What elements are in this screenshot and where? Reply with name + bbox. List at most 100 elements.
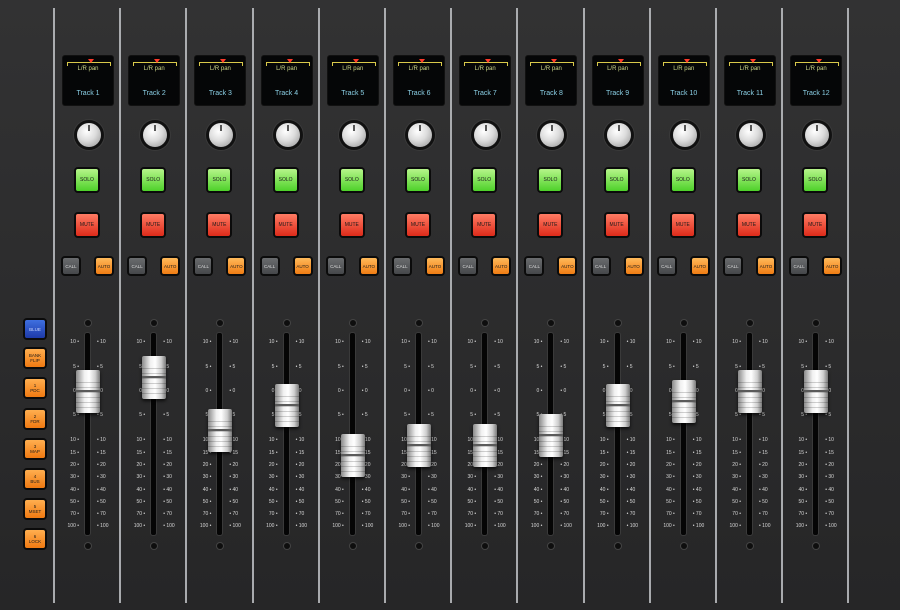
call-label: CALL — [594, 263, 607, 269]
pan-knob[interactable] — [275, 123, 300, 147]
call-button[interactable]: CALL — [526, 258, 543, 274]
auto-button[interactable]: AUTO — [228, 258, 245, 274]
solo-button[interactable]: SOLO — [407, 169, 429, 191]
scale-tick-left: 70 • — [666, 511, 675, 517]
pan-knob[interactable] — [540, 123, 565, 147]
fader-cap[interactable] — [76, 370, 100, 413]
mute-button[interactable]: MUTE — [76, 214, 98, 236]
mute-button[interactable]: MUTE — [605, 214, 628, 236]
scale-tick-right: • 15 — [229, 450, 239, 456]
scale-tick-right: • 0 — [560, 388, 567, 394]
side-button-mset[interactable]: 5 MSET — [25, 500, 45, 518]
scale-tick-left: 20 • — [798, 462, 808, 468]
mute-button[interactable]: MUTE — [539, 214, 562, 236]
call-button[interactable]: CALL — [658, 258, 675, 274]
pan-knob[interactable] — [143, 123, 168, 147]
scale-tick-left: 70 • — [335, 511, 344, 517]
mute-button[interactable]: MUTE — [274, 214, 297, 236]
side-button-map[interactable]: 3 MAP — [25, 440, 45, 458]
fader-cap[interactable] — [473, 424, 498, 468]
pan-knob[interactable] — [739, 123, 763, 147]
scale-tick-left: 100 • — [729, 523, 741, 529]
scale-tick-left: 10 • — [599, 339, 609, 345]
mute-button[interactable]: MUTE — [671, 214, 694, 236]
solo-button[interactable]: SOLO — [274, 169, 297, 191]
solo-button[interactable]: SOLO — [142, 169, 165, 191]
mute-button[interactable]: MUTE — [407, 214, 429, 236]
auto-button[interactable]: AUTO — [162, 258, 179, 274]
call-button[interactable]: CALL — [725, 258, 741, 274]
pan-knob[interactable] — [408, 123, 432, 147]
solo-button[interactable]: SOLO — [671, 169, 694, 191]
scale-tick-left: 100 • — [597, 523, 609, 529]
scale-tick-right: • 100 — [229, 523, 241, 529]
solo-button[interactable]: SOLO — [340, 169, 363, 191]
call-button[interactable]: CALL — [261, 258, 278, 274]
auto-button[interactable]: AUTO — [294, 258, 311, 274]
fader-cap[interactable] — [142, 355, 167, 399]
scale-tick-left: 10 • — [666, 437, 675, 443]
fader-cap[interactable] — [804, 370, 829, 413]
track-name: Track 5 — [341, 90, 365, 97]
solo-button[interactable]: SOLO — [539, 169, 562, 191]
scale-tick-left: 10 • — [70, 339, 79, 345]
mute-button[interactable]: MUTE — [142, 214, 165, 236]
pan-knob[interactable] — [77, 123, 101, 147]
pan-knob[interactable] — [341, 123, 366, 147]
side-button-blue[interactable]: BLUE — [25, 320, 45, 338]
auto-button[interactable]: AUTO — [824, 258, 841, 274]
side-button-bank[interactable]: BANK FLIP — [25, 349, 45, 367]
auto-button[interactable]: AUTO — [691, 258, 708, 274]
mute-label: MUTE — [278, 222, 293, 228]
auto-button[interactable]: AUTO — [758, 258, 774, 274]
call-button[interactable]: CALL — [129, 258, 146, 274]
pan-knob[interactable] — [474, 123, 499, 147]
call-button[interactable]: CALL — [592, 258, 609, 274]
mute-button[interactable]: MUTE — [208, 214, 231, 236]
fader-cap[interactable] — [605, 384, 630, 428]
auto-button[interactable]: AUTO — [559, 258, 576, 274]
solo-button[interactable]: SOLO — [473, 169, 496, 191]
solo-label: SOLO — [609, 177, 624, 183]
auto-button[interactable]: AUTO — [360, 258, 377, 274]
side-button-pdc[interactable]: 1 PDC — [25, 379, 45, 397]
scale-tick-right: • 10 — [825, 339, 834, 345]
call-button[interactable]: CALL — [791, 258, 808, 274]
mute-button[interactable]: MUTE — [473, 214, 496, 236]
fader-cap[interactable] — [407, 424, 431, 468]
fader-cap[interactable] — [539, 414, 564, 457]
fader-cap[interactable] — [340, 434, 365, 478]
pan-knob[interactable] — [606, 123, 631, 147]
scale-tick-left: 10 • — [401, 339, 410, 345]
scale-tick-left: 10 • — [467, 339, 477, 345]
pan-knob[interactable] — [672, 123, 697, 147]
scale-tick-left: 0 • — [536, 388, 543, 394]
call-button[interactable]: CALL — [394, 258, 410, 274]
fader-cap[interactable] — [738, 370, 762, 413]
fader-cap[interactable] — [274, 384, 299, 428]
pan-knob[interactable] — [209, 123, 234, 147]
call-button[interactable]: CALL — [327, 258, 344, 274]
call-button[interactable]: CALL — [195, 258, 212, 274]
call-button[interactable]: CALL — [460, 258, 477, 274]
mute-button[interactable]: MUTE — [804, 214, 827, 236]
fader-cap[interactable] — [671, 379, 696, 423]
auto-button[interactable]: AUTO — [493, 258, 510, 274]
solo-button[interactable]: SOLO — [76, 169, 98, 191]
mute-button[interactable]: MUTE — [340, 214, 363, 236]
auto-button[interactable]: AUTO — [427, 258, 443, 274]
pan-knob[interactable] — [805, 123, 830, 147]
scale-tick-right: • 15 — [825, 450, 834, 456]
solo-button[interactable]: SOLO — [208, 169, 231, 191]
side-button-bus[interactable]: 4 BUS — [25, 470, 45, 488]
mute-button[interactable]: MUTE — [738, 214, 760, 236]
fader-cap[interactable] — [208, 409, 233, 452]
auto-button[interactable]: AUTO — [625, 258, 642, 274]
side-button-lock[interactable]: 6 LOCK — [25, 530, 45, 548]
auto-button[interactable]: AUTO — [96, 258, 112, 274]
call-button[interactable]: CALL — [63, 258, 79, 274]
solo-button[interactable]: SOLO — [738, 169, 760, 191]
solo-button[interactable]: SOLO — [804, 169, 827, 191]
side-button-fdr[interactable]: 2 FDR — [25, 410, 45, 428]
solo-button[interactable]: SOLO — [605, 169, 628, 191]
